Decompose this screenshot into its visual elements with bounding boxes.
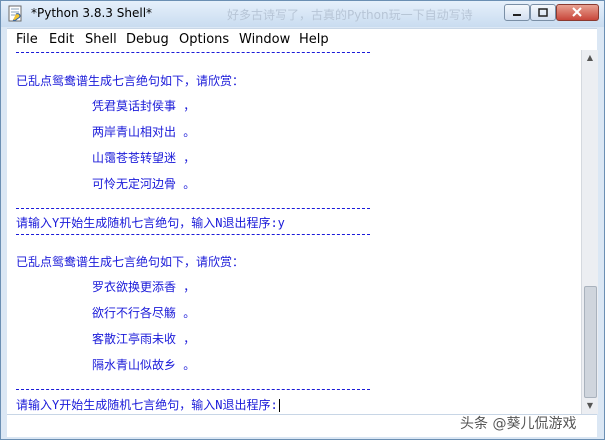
minimize-icon <box>513 14 521 16</box>
separator-line <box>16 234 370 235</box>
poem-line: 凭君莫话封侯事 ， <box>92 99 196 113</box>
python-idle-icon <box>8 5 22 22</box>
poem-line: 隔水青山似故乡 。 <box>92 358 196 372</box>
separator-line <box>16 208 370 209</box>
poem-line: 客散江亭雨未收 ， <box>92 332 196 346</box>
prompt-line: 请输入Y开始生成随机七言绝句，输入N退出程序:y <box>16 216 285 230</box>
close-icon <box>572 7 582 17</box>
menu-file[interactable]: File <box>16 32 38 47</box>
poem-line: 山霭苍苍转望迷 ， <box>92 151 196 165</box>
menu-debug[interactable]: Debug <box>126 32 169 47</box>
text-cursor <box>278 399 280 412</box>
maximize-button[interactable] <box>530 4 556 21</box>
prompt-text: 请输入Y开始生成随机七言绝句，输入N退出程序: <box>16 398 278 412</box>
idle-shell-window: *Python 3.8.3 Shell* 好多古诗写了，古真的Python玩一下… <box>0 0 605 440</box>
shell-output[interactable]: 已乱点鸳鸯谱生成七言绝句如下，请欣赏： 凭君莫话封侯事 ， 两岸青山相对出 。 … <box>7 50 581 414</box>
minimize-button[interactable] <box>504 4 530 21</box>
poem-line: 罗衣欲换更添香 ， <box>92 280 196 294</box>
overlay-watermark-title: 好多古诗写了，古真的Python玩一下自动写诗 <box>227 8 473 22</box>
separator-line <box>16 389 370 390</box>
close-button[interactable] <box>556 4 599 21</box>
input-prompt-line[interactable]: 请输入Y开始生成随机七言绝句，输入N退出程序: <box>16 396 280 413</box>
menu-window[interactable]: Window <box>239 32 290 47</box>
intro-line: 已乱点鸳鸯谱生成七言绝句如下，请欣赏： <box>16 74 245 88</box>
window-title: *Python 3.8.3 Shell* <box>31 6 153 20</box>
menu-shell[interactable]: Shell <box>85 32 117 47</box>
maximize-icon <box>538 8 548 17</box>
menu-bar: File Edit Shell Debug Options Window Hel… <box>7 28 597 51</box>
menu-edit[interactable]: Edit <box>49 32 74 47</box>
poem-line: 可怜无定河边骨 。 <box>92 177 196 191</box>
menu-options[interactable]: Options <box>179 32 229 47</box>
scroll-up-icon[interactable]: ▲ <box>582 50 598 66</box>
scroll-down-icon[interactable]: ▼ <box>582 398 598 414</box>
title-bar[interactable]: *Python 3.8.3 Shell* 好多古诗写了，古真的Python玩一下… <box>1 1 604 27</box>
separator-line <box>16 52 370 53</box>
watermark-text: 头条 @葵儿侃游戏 <box>460 416 577 432</box>
vertical-scrollbar[interactable]: ▲ ▼ <box>581 50 598 414</box>
poem-line: 欲行不行各尽觞 。 <box>92 306 196 320</box>
poem-line: 两岸青山相对出 。 <box>92 125 196 139</box>
intro-line: 已乱点鸳鸯谱生成七言绝句如下，请欣赏： <box>16 255 245 269</box>
menu-help[interactable]: Help <box>299 32 329 47</box>
scroll-thumb[interactable] <box>584 286 597 398</box>
